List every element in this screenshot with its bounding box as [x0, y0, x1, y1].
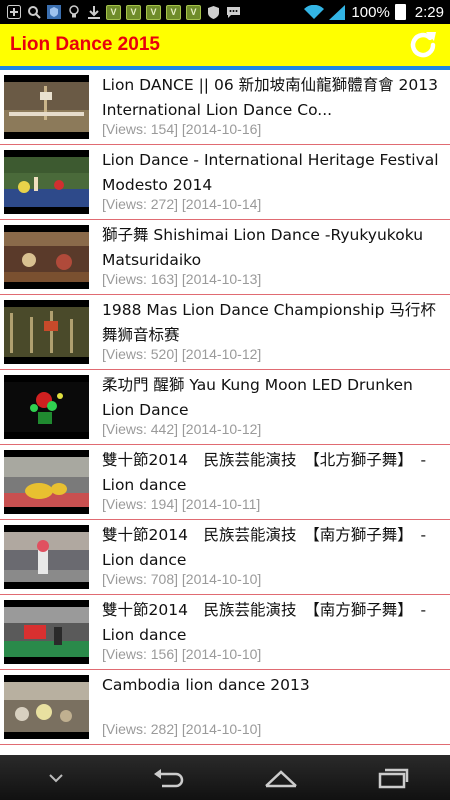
- app-v-icon: V: [146, 4, 161, 20]
- video-meta: [Views: 442] [2014-10-12]: [102, 421, 262, 437]
- clock: 2:29: [414, 3, 444, 21]
- add-icon: [6, 5, 21, 20]
- video-meta: [Views: 163] [2014-10-13]: [102, 271, 262, 287]
- video-thumbnail: [4, 525, 89, 589]
- shield-app-icon: [46, 5, 61, 20]
- search-icon: [26, 5, 41, 20]
- video-meta: [Views: 272] [2014-10-14]: [102, 196, 262, 212]
- status-system: 100% 2:29: [304, 4, 444, 21]
- video-item[interactable]: Lion DANCE || 06 新加坡南仙龍獅體育會 2013 Interna…: [0, 70, 450, 145]
- video-thumbnail: [4, 675, 89, 739]
- video-item[interactable]: Cambodia lion dance 2013 [Views: 282] [2…: [0, 670, 450, 745]
- app-header: Lion Dance 2015: [0, 24, 450, 66]
- battery-percent: 100%: [351, 3, 390, 21]
- video-thumbnail: [4, 150, 89, 214]
- refresh-icon: [410, 32, 436, 58]
- video-title: 雙十節2014 民族芸能演技 【北方獅子舞】 - Lion dance: [102, 451, 442, 494]
- recent-apps-icon: [378, 768, 408, 788]
- video-title: Cambodia lion dance 2013: [102, 676, 310, 694]
- video-meta: [Views: 520] [2014-10-12]: [102, 346, 262, 362]
- download-icon: [86, 5, 101, 20]
- video-item[interactable]: 1988 Mas Lion Dance Championship 马行杯舞狮音标…: [0, 295, 450, 370]
- app-v-icon: V: [106, 4, 121, 20]
- back-icon: [153, 768, 183, 787]
- app-v-icon: V: [126, 4, 141, 20]
- video-title: Lion Dance - International Heritage Fest…: [102, 151, 439, 194]
- signal-icon: [329, 4, 346, 20]
- home-button[interactable]: [251, 758, 311, 798]
- video-item[interactable]: 雙十節2014 民族芸能演技 【南方獅子舞】 - Lion dance [Vie…: [0, 520, 450, 595]
- shield-icon: [206, 5, 221, 20]
- system-nav-bar: [0, 755, 450, 800]
- video-meta: [Views: 194] [2014-10-11]: [102, 496, 261, 512]
- video-item[interactable]: 雙十節2014 民族芸能演技 【南方獅子舞】 - Lion dance [Vie…: [0, 595, 450, 670]
- video-thumbnail: [4, 225, 89, 289]
- bulb-icon: [66, 4, 81, 20]
- video-meta: [Views: 154] [2014-10-16]: [102, 121, 262, 137]
- video-thumbnail: [4, 300, 89, 364]
- refresh-button[interactable]: [406, 28, 440, 62]
- message-icon: [226, 5, 241, 20]
- battery-icon: [394, 4, 406, 20]
- video-title: Lion DANCE || 06 新加坡南仙龍獅體育會 2013 Interna…: [102, 76, 438, 119]
- video-list[interactable]: Lion DANCE || 06 新加坡南仙龍獅體育會 2013 Interna…: [0, 70, 450, 755]
- app-title: Lion Dance 2015: [10, 34, 160, 55]
- video-meta: [Views: 156] [2014-10-10]: [102, 646, 262, 662]
- recent-apps-button[interactable]: [364, 758, 424, 798]
- video-title: 1988 Mas Lion Dance Championship 马行杯舞狮音标…: [102, 301, 436, 344]
- video-item[interactable]: 雙十節2014 民族芸能演技 【北方獅子舞】 - Lion dance [Vie…: [0, 445, 450, 520]
- video-thumbnail: [4, 450, 89, 514]
- video-item[interactable]: 柔功門 醒獅 Yau Kung Moon LED Drunken Lion Da…: [0, 370, 450, 445]
- video-thumbnail: [4, 375, 89, 439]
- video-thumbnail: [4, 75, 89, 139]
- app-v-icon: V: [186, 4, 201, 20]
- status-notifications: V V V V V: [6, 4, 241, 20]
- video-item[interactable]: 獅子舞 Shishimai Lion Dance -Ryukyukoku Mat…: [0, 220, 450, 295]
- video-meta: [Views: 708] [2014-10-10]: [102, 571, 262, 587]
- video-title: 雙十節2014 民族芸能演技 【南方獅子舞】 - Lion dance: [102, 526, 442, 569]
- status-bar: V V V V V 100% 2:29: [0, 0, 450, 24]
- video-item[interactable]: Lion Dance - International Heritage Fest…: [0, 145, 450, 220]
- collapse-icon: [49, 773, 63, 782]
- back-button[interactable]: [139, 758, 199, 798]
- video-title: 柔功門 醒獅 Yau Kung Moon LED Drunken Lion Da…: [102, 376, 413, 419]
- video-thumbnail: [4, 600, 89, 664]
- video-meta: [Views: 282] [2014-10-10]: [102, 721, 262, 737]
- video-title: 雙十節2014 民族芸能演技 【南方獅子舞】 - Lion dance: [102, 601, 442, 644]
- collapse-button[interactable]: [26, 758, 86, 798]
- app-v-icon: V: [166, 4, 181, 20]
- home-icon: [265, 769, 298, 787]
- wifi-icon: [304, 4, 325, 20]
- video-title: 獅子舞 Shishimai Lion Dance -Ryukyukoku Mat…: [102, 226, 424, 269]
